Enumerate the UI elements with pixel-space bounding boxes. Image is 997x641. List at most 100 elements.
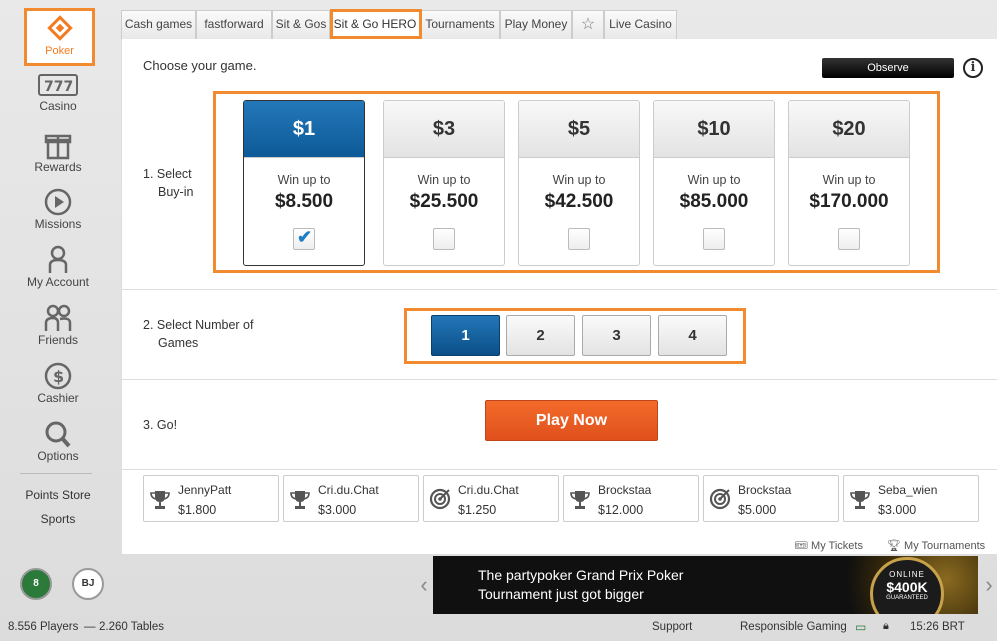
wrench-icon bbox=[42, 419, 74, 451]
nav-friends-label: Friends bbox=[37, 333, 78, 347]
buyin-price: $3 bbox=[384, 101, 504, 158]
friends-icon bbox=[42, 303, 74, 335]
sidebar-divider bbox=[20, 473, 92, 474]
poker-diamond-icon bbox=[47, 15, 73, 41]
buyin-card[interactable]: $10 Win up to $85.000 bbox=[653, 100, 775, 266]
winner-amount: $1.250 bbox=[458, 503, 497, 517]
games-count-button[interactable]: 2 bbox=[506, 315, 575, 356]
my-tickets-link[interactable]: 🎟︎ My Tickets bbox=[794, 539, 863, 552]
winner-amount: $3.000 bbox=[318, 503, 357, 517]
target-icon bbox=[709, 488, 731, 510]
my-tournaments-link[interactable]: 🏆︎ My Tournaments bbox=[887, 539, 985, 552]
nav-cashier-label: Cashier bbox=[37, 391, 79, 405]
target-icon bbox=[429, 488, 451, 510]
buyin-checkbox[interactable] bbox=[703, 228, 725, 250]
trophy-icon: 🏆︎ bbox=[887, 540, 905, 552]
games-count-button[interactable]: 3 bbox=[582, 315, 651, 356]
nav-points-store[interactable]: Points Store bbox=[0, 488, 116, 502]
badge-sub: GUARANTEED bbox=[886, 595, 928, 601]
nav-my-account[interactable]: My Account bbox=[0, 245, 116, 289]
buyin-price: $5 bbox=[519, 101, 639, 158]
banner-text: The partypoker Grand Prix Poker Tourname… bbox=[478, 566, 683, 604]
banner-line2: Tournament just got bigger bbox=[478, 586, 644, 602]
buyin-card[interactable]: $1 Win up to $8.500 ✔ bbox=[243, 100, 365, 266]
tab-sit-and-go-hero[interactable]: Sit & Go HERO bbox=[330, 10, 420, 39]
tab-fastforward[interactable]: fastforward bbox=[196, 10, 272, 39]
games-count-button[interactable]: 1 bbox=[431, 315, 500, 356]
tab-live-casino[interactable]: Live Casino bbox=[604, 10, 677, 39]
winner-card: Seba_wien $3.000 bbox=[843, 475, 979, 522]
win-amount: $85.000 bbox=[679, 191, 749, 212]
banner-line1: The partypoker Grand Prix Poker bbox=[478, 567, 684, 583]
nav-poker[interactable]: Poker bbox=[24, 8, 95, 66]
observe-button[interactable]: Observe bbox=[822, 58, 954, 78]
divider bbox=[122, 469, 997, 470]
banner-next-arrow[interactable]: › bbox=[981, 556, 997, 614]
step1-label-line1: 1. Select bbox=[143, 167, 192, 181]
winner-name: Cri.du.Chat bbox=[458, 483, 519, 497]
checkmark-icon: ✔ bbox=[297, 227, 313, 247]
win-amount: $25.500 bbox=[409, 191, 479, 212]
winner-card: Brockstaa $12.000 bbox=[563, 475, 699, 522]
blackjack-icon[interactable]: BJ bbox=[72, 568, 104, 600]
buyin-checkbox[interactable] bbox=[568, 228, 590, 250]
svg-text:$: $ bbox=[53, 367, 64, 386]
winner-name: Cri.du.Chat bbox=[318, 483, 379, 497]
dollar-icon: $ bbox=[42, 361, 74, 393]
responsible-gaming-link[interactable]: Responsible Gaming bbox=[740, 621, 847, 633]
tab-play-money[interactable]: Play Money bbox=[500, 10, 572, 39]
nav-sports[interactable]: Sports bbox=[0, 512, 116, 526]
buyin-price: $10 bbox=[654, 101, 774, 158]
buyin-card[interactable]: $3 Win up to $25.500 bbox=[383, 100, 505, 266]
winner-name: JennyPatt bbox=[178, 483, 232, 497]
divider bbox=[122, 379, 997, 380]
nav-cashier[interactable]: $ Cashier bbox=[0, 361, 116, 405]
user-icon bbox=[42, 245, 74, 277]
winner-amount: $1.800 bbox=[178, 503, 217, 517]
buyin-card[interactable]: $20 Win up to $170.000 bbox=[788, 100, 910, 266]
play-now-button[interactable]: Play Now bbox=[485, 400, 658, 441]
nav-missions[interactable]: Missions bbox=[0, 187, 116, 231]
winner-card: Cri.du.Chat $3.000 bbox=[283, 475, 419, 522]
my-tickets-label: My Tickets bbox=[811, 540, 863, 552]
tab-cash-games[interactable]: Cash games bbox=[121, 10, 196, 39]
nav-casino[interactable]: 777 Casino bbox=[0, 73, 116, 113]
banner-prev-arrow[interactable]: ‹ bbox=[416, 556, 432, 614]
step2-label-line2: Games bbox=[158, 336, 199, 350]
win-amount: $170.000 bbox=[809, 191, 889, 212]
win-amount: $8.500 bbox=[274, 191, 334, 212]
buyin-checkbox[interactable] bbox=[838, 228, 860, 250]
nav-options[interactable]: Options bbox=[0, 419, 116, 463]
nav-missions-label: Missions bbox=[34, 217, 82, 231]
win-up-to-label: Win up to bbox=[552, 173, 606, 187]
winner-name: Seba_wien bbox=[878, 483, 938, 497]
tab-favorites-star-icon[interactable]: ☆ bbox=[572, 10, 604, 39]
winner-card: Brockstaa $5.000 bbox=[703, 475, 839, 522]
win-amount: $42.500 bbox=[544, 191, 614, 212]
lock-icon: 🔒︎ bbox=[883, 620, 889, 632]
nav-rewards-label: Rewards bbox=[34, 160, 82, 174]
winner-card: JennyPatt $1.800 bbox=[143, 475, 279, 522]
buyin-card[interactable]: $5 Win up to $42.500 bbox=[518, 100, 640, 266]
win-up-to-label: Win up to bbox=[822, 173, 876, 187]
buyin-checkbox[interactable] bbox=[433, 228, 455, 250]
step2-label-line1: 2. Select Number of bbox=[143, 318, 254, 332]
roulette-icon[interactable]: 8 bbox=[20, 568, 52, 600]
svg-text:777: 777 bbox=[44, 79, 73, 95]
players-count: 8.556 Players bbox=[8, 621, 79, 633]
trophy-icon bbox=[149, 488, 171, 510]
gift-icon bbox=[42, 130, 74, 162]
tab-tournaments[interactable]: Tournaments bbox=[420, 10, 500, 39]
step1-label: 1. Select Buy-in bbox=[143, 165, 193, 201]
winner-name: Brockstaa bbox=[738, 483, 792, 497]
nav-rewards[interactable]: Rewards bbox=[0, 130, 116, 174]
buyin-checkbox[interactable]: ✔ bbox=[293, 227, 315, 250]
info-icon[interactable]: i bbox=[963, 58, 983, 78]
support-link[interactable]: Support bbox=[652, 621, 692, 633]
promo-banner[interactable]: The partypoker Grand Prix Poker Tourname… bbox=[433, 556, 978, 614]
step3-label: 3. Go! bbox=[143, 418, 178, 432]
tab-sit-and-gos[interactable]: Sit & Gos bbox=[272, 10, 330, 39]
nav-friends[interactable]: Friends bbox=[0, 303, 116, 347]
games-count-button[interactable]: 4 bbox=[658, 315, 727, 356]
status-separator: — bbox=[84, 621, 96, 633]
